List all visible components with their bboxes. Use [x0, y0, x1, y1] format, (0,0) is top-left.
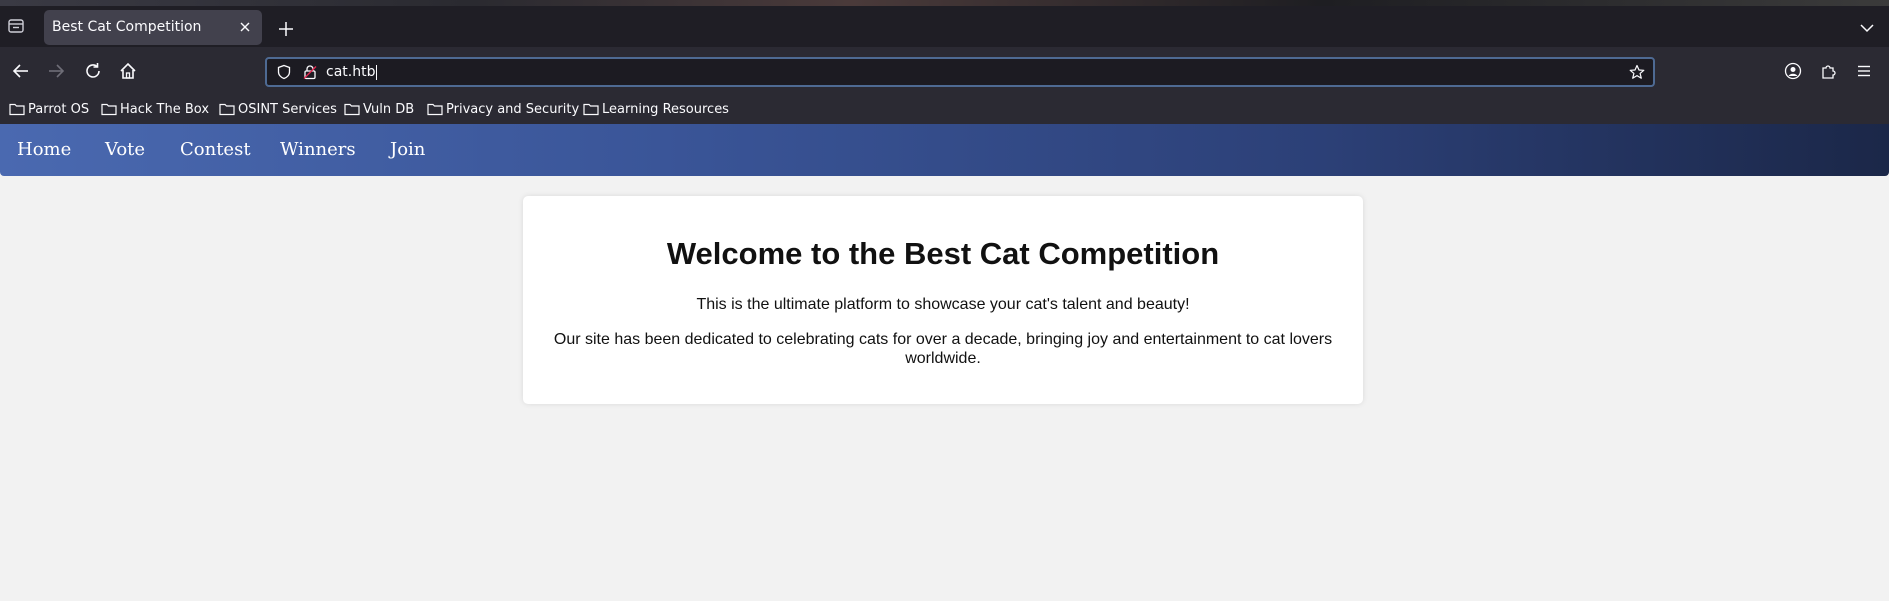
intro-text: This is the ultimate platform to showcas… — [696, 296, 1190, 313]
bookmark-folder-parrot-os[interactable]: Parrot OS — [9, 101, 89, 119]
nav-link-join[interactable]: Join — [390, 139, 425, 160]
insecure-lock-icon[interactable] — [302, 64, 318, 80]
forward-arrow-icon[interactable] — [44, 59, 68, 83]
home-icon[interactable] — [116, 59, 140, 83]
bookmark-folder-vuln-db[interactable]: Vuln DB — [344, 101, 414, 119]
list-all-tabs-icon[interactable] — [7, 18, 25, 34]
reload-icon[interactable] — [81, 59, 105, 83]
bookmark-folder-learning-resources[interactable]: Learning Resources — [583, 101, 729, 119]
bookmark-label: Hack The Box — [120, 102, 210, 117]
bookmark-label: OSINT Services — [238, 102, 337, 117]
bookmark-label: Vuln DB — [363, 102, 415, 117]
extensions-icon[interactable] — [1820, 62, 1838, 80]
close-tab-icon[interactable] — [236, 18, 254, 36]
url-input[interactable]: cat.htb — [326, 64, 378, 80]
page-title: Welcome to the Best Cat Competition — [666, 236, 1220, 271]
shield-icon[interactable] — [276, 64, 292, 80]
bookmark-star-icon[interactable] — [1629, 64, 1645, 80]
new-tab-icon[interactable] — [277, 20, 295, 38]
bookmark-folder-osint-services[interactable]: OSINT Services — [219, 101, 337, 119]
bookmark-folder-privacy-and-security[interactable]: Privacy and Security — [427, 101, 579, 119]
navigation-toolbar: cat.htb — [0, 47, 1889, 97]
url-bar[interactable]: cat.htb — [265, 57, 1655, 87]
bookmark-label: Learning Resources — [602, 102, 729, 117]
menu-icon[interactable] — [1855, 62, 1873, 80]
nav-link-home[interactable]: Home — [17, 139, 71, 160]
bookmark-label: Parrot OS — [28, 102, 90, 117]
url-text: cat.htb — [326, 64, 376, 80]
nav-link-vote[interactable]: Vote — [105, 139, 145, 160]
site-navigation: Home Vote Contest Winners Join — [0, 124, 1889, 176]
account-icon[interactable] — [1784, 62, 1802, 80]
chevron-down-icon[interactable] — [1859, 20, 1875, 36]
description-text: Our site has been dedicated to celebrati… — [553, 331, 1333, 367]
bookmark-folder-hack-the-box[interactable]: Hack The Box — [101, 101, 209, 119]
nav-link-winners[interactable]: Winners — [280, 139, 356, 160]
welcome-card: Welcome to the Best Cat Competition This… — [523, 196, 1363, 404]
bookmark-label: Privacy and Security — [446, 102, 580, 117]
text-caret — [376, 64, 378, 80]
nav-link-contest[interactable]: Contest — [180, 139, 251, 160]
back-arrow-icon[interactable] — [9, 59, 33, 83]
bookmarks-toolbar: Parrot OS Hack The Box OSINT Services Vu… — [0, 97, 1889, 125]
tab-bar: Best Cat Competition — [0, 6, 1889, 47]
tab-active[interactable]: Best Cat Competition — [44, 10, 262, 45]
tab-title: Best Cat Competition — [52, 19, 202, 35]
